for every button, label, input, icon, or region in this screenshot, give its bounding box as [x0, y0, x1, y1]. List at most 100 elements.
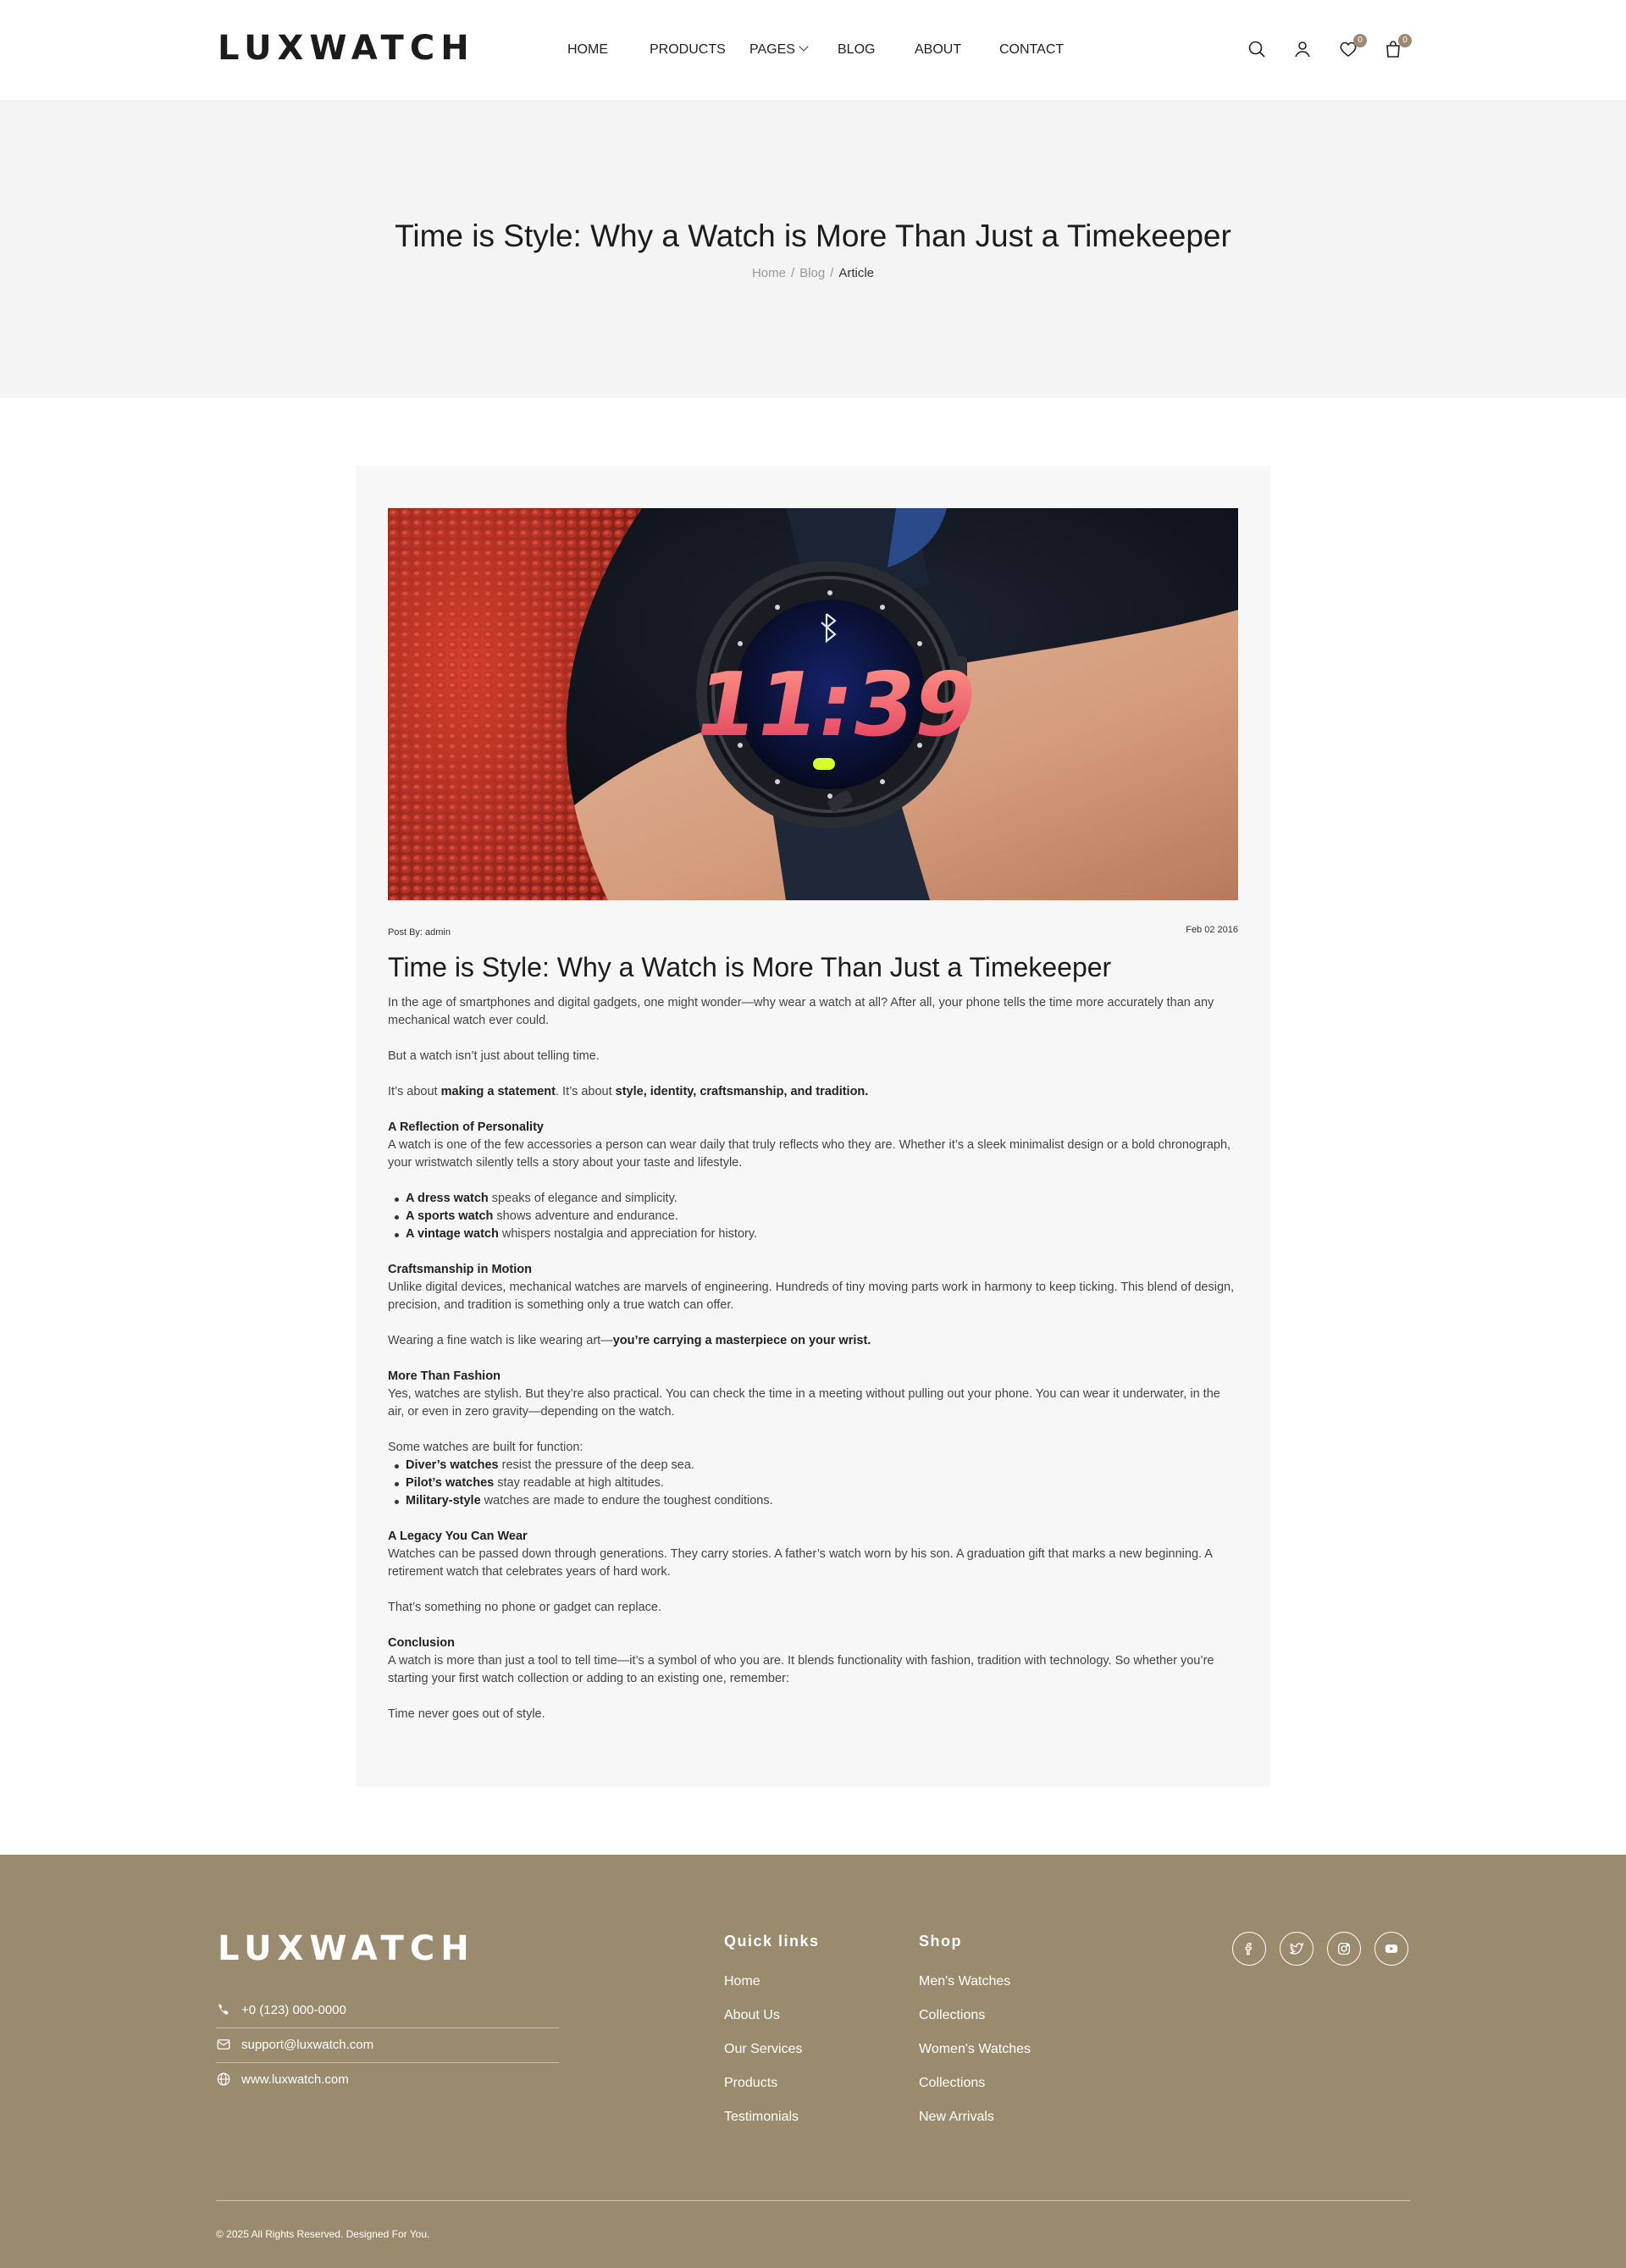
section-personality: A Reflection of Personality A watch is o… [388, 1119, 1238, 1172]
text-run: resist the pressure of the deep sea. [498, 1458, 694, 1472]
bold-text: you’re carrying a masterpiece on your wr… [612, 1334, 871, 1347]
article-paragraph: That’s something no phone or gadget can … [388, 1601, 661, 1614]
article-paragraph: But a watch isn’t just about telling tim… [388, 1049, 600, 1063]
user-icon[interactable] [1292, 39, 1314, 61]
post-date: Feb 02 2016 [1186, 925, 1238, 935]
article-title: Time is Style: Why a Watch is More Than … [388, 952, 1112, 982]
contact-website[interactable]: www.luxwatch.com [216, 2063, 559, 2098]
section-heading: A Reflection of Personality [388, 1120, 544, 1134]
contact-website-text: www.luxwatch.com [241, 2072, 349, 2087]
shop-title: Shop [919, 1933, 962, 1950]
footer-link-mens-watches[interactable]: Men's Watches [919, 1974, 1010, 1989]
footer-link-collections[interactable]: Collections [919, 2008, 985, 2023]
footer-link-home[interactable]: Home [724, 1974, 760, 1989]
nav-item-home[interactable]: HOME [567, 42, 608, 58]
phone-icon [218, 2004, 229, 2015]
site-footer: LUXWATCH +0 (123) 000-0000 support@luxwa… [0, 1855, 1626, 2268]
footer-link-products[interactable]: Products [724, 2076, 777, 2091]
section-text: Yes, watches are stylish. But they’re al… [388, 1387, 1220, 1419]
site-logo[interactable]: LUXWATCH [218, 29, 475, 68]
bold-text: A sports watch [406, 1209, 494, 1223]
watch-photo-illustration: 11:39 [388, 508, 1238, 900]
text-run: whispers nostalgia and appreciation for … [498, 1227, 758, 1241]
footer-link-collections-2[interactable]: Collections [919, 2076, 985, 2091]
page-hero: Time is Style: Why a Watch is More Than … [0, 100, 1626, 398]
nav-item-pages-label: PAGES [749, 42, 795, 57]
page-title: Time is Style: Why a Watch is More Than … [395, 219, 1231, 253]
breadcrumb-separator: / [830, 266, 834, 280]
article-paragraph: Some watches are built for function: [388, 1441, 583, 1454]
text-run: watches are made to endure the toughest … [480, 1494, 773, 1507]
mail-icon [217, 2039, 230, 2049]
breadcrumb: Home / Blog / Article [0, 266, 1626, 280]
section-more-than-fashion: More Than Fashion Yes, watches are styli… [388, 1368, 1238, 1421]
search-icon[interactable] [1247, 39, 1269, 61]
watch-time-display: 11:39 [687, 654, 985, 756]
section-text: A watch is more than just a tool to tell… [388, 1654, 1214, 1685]
article-paragraph: In the age of smartphones and digital ga… [388, 996, 1214, 1027]
list-item: A sports watch shows adventure and endur… [388, 1208, 1238, 1225]
wishlist-button[interactable]: 0 [1338, 34, 1367, 61]
section-heading: Craftsmanship in Motion [388, 1263, 532, 1276]
list-item: A vintage watch whispers nostalgia and a… [388, 1225, 1238, 1243]
breadcrumb-current: Article [838, 266, 875, 280]
copyright-text: © 2025 All Rights Reserved. Designed For… [216, 2228, 430, 2240]
section-text: Unlike digital devices, mechanical watch… [388, 1281, 1235, 1312]
list-item: A dress watch speaks of elegance and sim… [388, 1190, 1238, 1208]
nav-item-pages[interactable]: PAGES [749, 41, 809, 58]
bold-text: Military-style [406, 1494, 481, 1507]
twitter-icon[interactable] [1280, 1932, 1314, 1966]
nav-item-blog[interactable]: BLOG [838, 42, 875, 58]
footer-link-womens-watches[interactable]: Women's Watches [919, 2042, 1031, 2057]
youtube-icon[interactable] [1374, 1932, 1408, 1966]
article-paragraph: Wearing a fine watch is like wearing art… [388, 1332, 1238, 1350]
section-legacy: A Legacy You Can Wear Watches can be pas… [388, 1528, 1238, 1581]
nav-item-contact[interactable]: CONTACT [999, 42, 1064, 58]
bold-text: Pilot’s watches [406, 1476, 495, 1490]
cart-count-badge: 0 [1398, 34, 1412, 47]
article-card: 11:39 Post By: admin Feb 02 2016 Time is… [356, 466, 1270, 1787]
nav-item-products[interactable]: PRODUCTS [650, 42, 726, 58]
footer-link-our-services[interactable]: Our Services [724, 2042, 802, 2057]
section-craftsmanship: Craftsmanship in Motion Unlike digital d… [388, 1261, 1238, 1314]
article-body: In the age of smartphones and digital ga… [388, 994, 1238, 1741]
bold-text: style, identity, craftsmanship, and trad… [615, 1085, 869, 1098]
breadcrumb-home[interactable]: Home [752, 266, 786, 280]
breadcrumb-blog[interactable]: Blog [799, 266, 825, 280]
text-run: shows adventure and endurance. [493, 1209, 678, 1223]
bold-text: Diver’s watches [406, 1458, 499, 1472]
bold-text: A vintage watch [406, 1227, 499, 1241]
list-item: Diver’s watches resist the pressure of t… [388, 1457, 1238, 1474]
instagram-icon[interactable] [1327, 1932, 1361, 1966]
contact-email-text: support@luxwatch.com [241, 2038, 374, 2052]
footer-link-about-us[interactable]: About Us [724, 2008, 780, 2023]
section-heading: A Legacy You Can Wear [388, 1530, 528, 1543]
section-text: A watch is one of the few accessories a … [388, 1138, 1231, 1170]
cart-button[interactable]: 0 [1383, 34, 1412, 61]
section-heading: More Than Fashion [388, 1369, 501, 1383]
text-run: . It’s about [556, 1085, 616, 1098]
watch-types-list: A dress watch speaks of elegance and sim… [388, 1190, 1238, 1243]
contact-phone-text: +0 (123) 000-0000 [241, 2003, 346, 2017]
facebook-icon[interactable] [1232, 1932, 1266, 1966]
globe-icon [217, 2072, 230, 2086]
contact-phone[interactable]: +0 (123) 000-0000 [216, 1994, 559, 2028]
text-run: speaks of elegance and simplicity. [488, 1192, 678, 1205]
article-paragraph: Time never goes out of style. [388, 1707, 545, 1721]
text-run: stay readable at high altitudes. [494, 1476, 664, 1490]
text-run: Wearing a fine watch is like wearing art… [388, 1334, 613, 1347]
function-watches-list: Diver’s watches resist the pressure of t… [388, 1457, 1238, 1510]
chevron-down-icon [799, 41, 809, 52]
post-author: Post By: admin [388, 927, 451, 938]
footer-link-testimonials[interactable]: Testimonials [724, 2110, 799, 2125]
nav-item-about[interactable]: ABOUT [915, 42, 961, 58]
footer-logo[interactable]: LUXWATCH [218, 1929, 475, 1968]
bold-text: A dress watch [406, 1192, 489, 1205]
site-header: LUXWATCH HOME PRODUCTS PAGES BLOG ABOUT … [0, 0, 1626, 100]
contact-email[interactable]: support@luxwatch.com [216, 2028, 559, 2063]
section-text: Watches can be passed down through gener… [388, 1547, 1213, 1579]
section-heading: Conclusion [388, 1636, 455, 1650]
breadcrumb-separator: / [790, 266, 795, 280]
footer-link-new-arrivals[interactable]: New Arrivals [919, 2110, 994, 2125]
text-run: It’s about [388, 1085, 441, 1098]
